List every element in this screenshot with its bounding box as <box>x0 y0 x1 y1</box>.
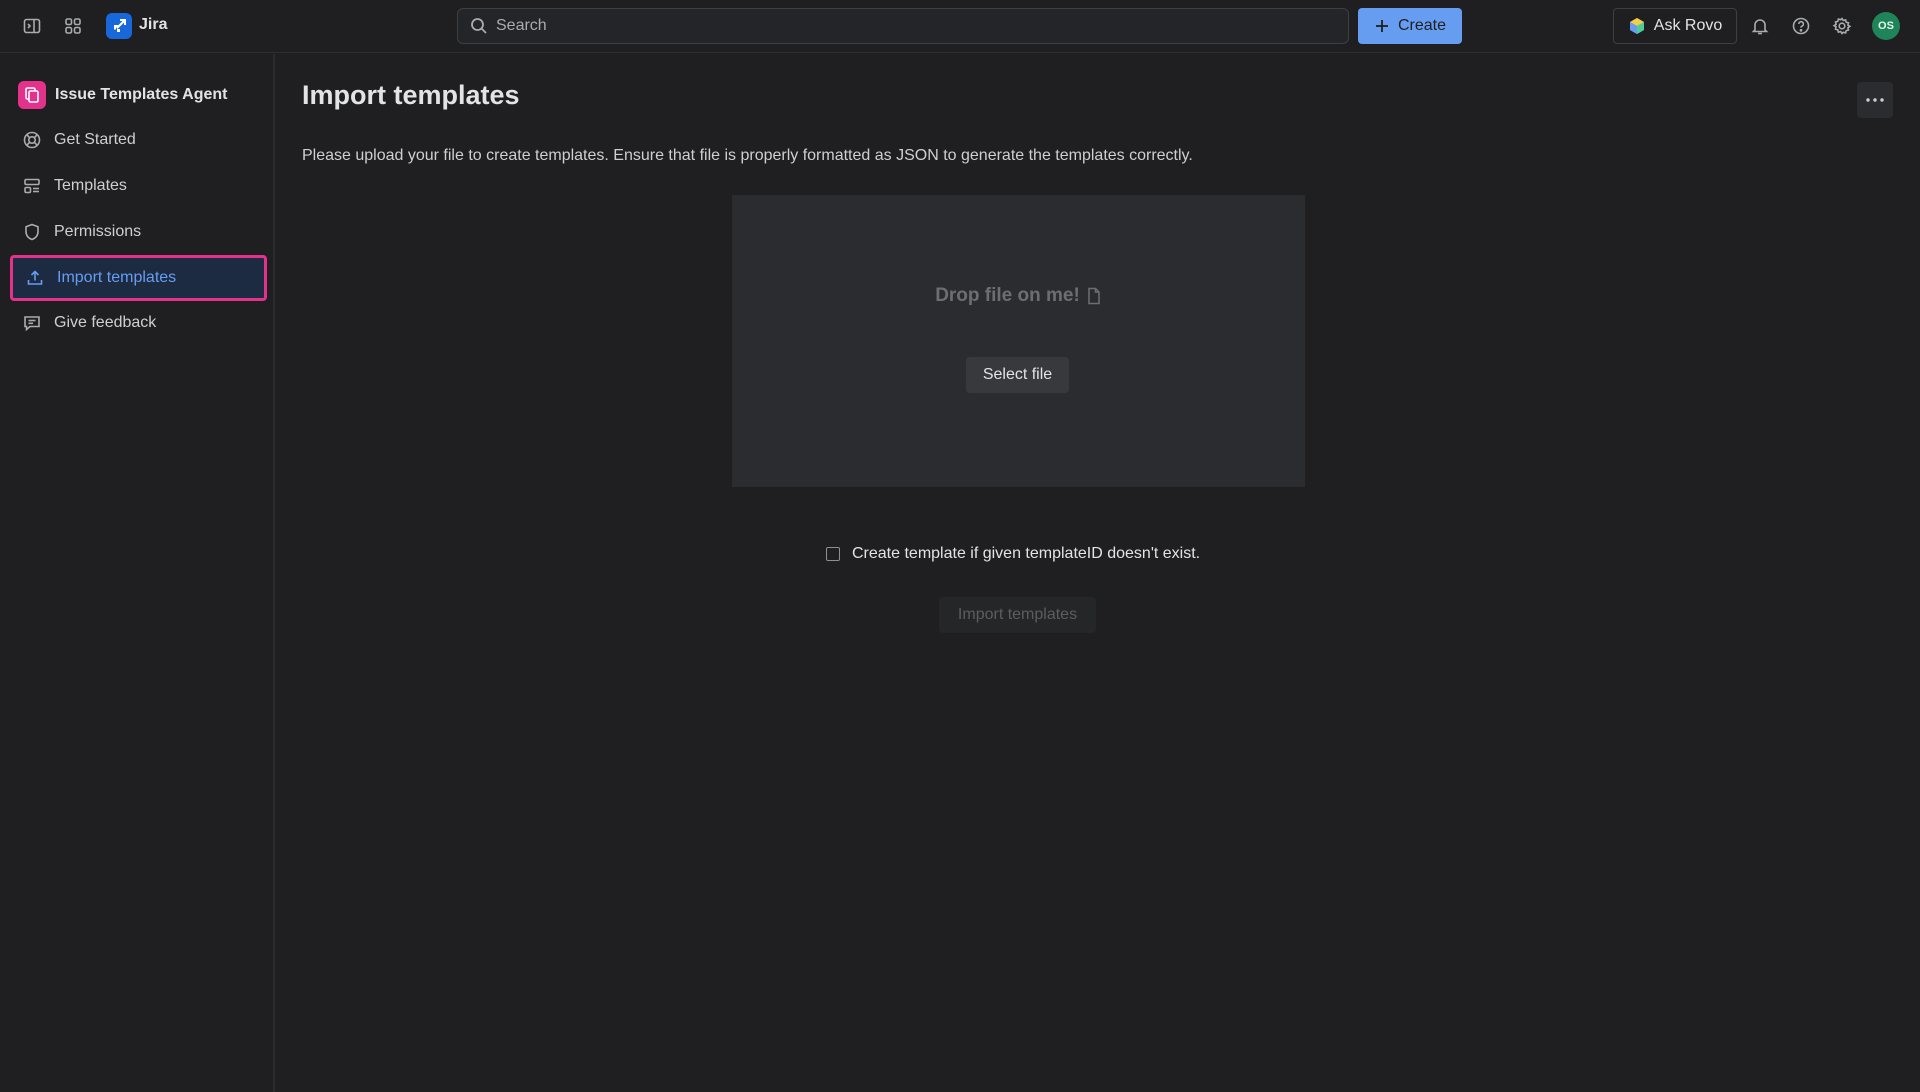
sidebar-item-import-templates[interactable]: Import templates <box>10 255 267 301</box>
sidebar-app-title: Issue Templates Agent <box>55 86 228 103</box>
gear-icon <box>1832 17 1852 35</box>
ask-rovo-button[interactable]: Ask Rovo <box>1613 8 1737 44</box>
create-button-label: Create <box>1397 17 1447 34</box>
file-dropzone[interactable]: Drop file on me! Select file <box>732 195 1305 487</box>
sidebar-item-templates[interactable]: Templates <box>10 164 267 208</box>
help-button[interactable] <box>1785 10 1817 42</box>
sidebar-item-label: Permissions <box>54 223 142 240</box>
jira-logo[interactable] <box>106 13 132 39</box>
settings-button[interactable] <box>1826 10 1858 42</box>
dropzone-label-text: Drop file on me! <box>935 285 1080 306</box>
sidebar-item-permissions[interactable]: Permissions <box>10 210 267 254</box>
sidebar-toggle-icon <box>23 18 41 34</box>
sidebar-item-label: Give feedback <box>54 314 157 331</box>
create-if-missing-label: Create template if given templateID does… <box>852 545 1201 562</box>
bell-icon <box>1751 19 1769 35</box>
sidebar-item-label: Import templates <box>57 269 177 286</box>
dropzone-label: Drop file on me! <box>732 285 1305 307</box>
lifebuoy-icon <box>10 130 54 150</box>
app-name[interactable]: Jira <box>139 16 167 34</box>
top-navigation-bar: Jira Create Ask Rovo <box>0 0 1920 53</box>
page-description: Please upload your file to create templa… <box>302 147 1193 164</box>
plus-icon <box>1375 20 1388 32</box>
sidebar-app-header[interactable]: Issue Templates Agent <box>18 80 228 110</box>
rovo-icon <box>1629 18 1644 34</box>
sidebar: Issue Templates Agent Get Started Templa… <box>0 54 275 1092</box>
app-grid-icon <box>65 18 81 34</box>
create-button[interactable]: Create <box>1358 8 1462 44</box>
select-file-button[interactable]: Select file <box>966 357 1069 393</box>
issue-templates-app-icon <box>18 81 46 109</box>
sidebar-item-get-started[interactable]: Get Started <box>10 118 267 162</box>
more-icon <box>1866 98 1884 102</box>
create-if-missing-option[interactable]: Create template if given templateID does… <box>826 545 1200 563</box>
app-switcher-button[interactable] <box>57 10 89 42</box>
search-bar[interactable] <box>457 8 1349 44</box>
help-icon <box>1792 17 1810 35</box>
sidebar-toggle-button[interactable] <box>16 10 48 42</box>
create-if-missing-checkbox[interactable] <box>826 547 840 561</box>
shield-icon <box>10 222 54 242</box>
notifications-button[interactable] <box>1744 10 1776 42</box>
import-templates-button[interactable]: Import templates <box>939 597 1096 633</box>
page-title: Import templates <box>302 80 520 110</box>
sidebar-item-label: Get Started <box>54 131 136 148</box>
ask-rovo-label: Ask Rovo <box>1653 17 1723 34</box>
search-input[interactable] <box>496 9 1348 43</box>
upload-icon <box>13 268 57 288</box>
feedback-icon <box>10 313 54 333</box>
more-actions-button[interactable] <box>1857 82 1893 118</box>
file-icon <box>1088 287 1100 305</box>
sidebar-item-label: Templates <box>54 177 127 194</box>
search-icon <box>470 17 488 35</box>
avatar[interactable]: OS <box>1872 12 1900 40</box>
sidebar-item-give-feedback[interactable]: Give feedback <box>10 301 267 345</box>
jira-logo-icon <box>114 19 126 32</box>
templates-icon <box>10 176 54 196</box>
